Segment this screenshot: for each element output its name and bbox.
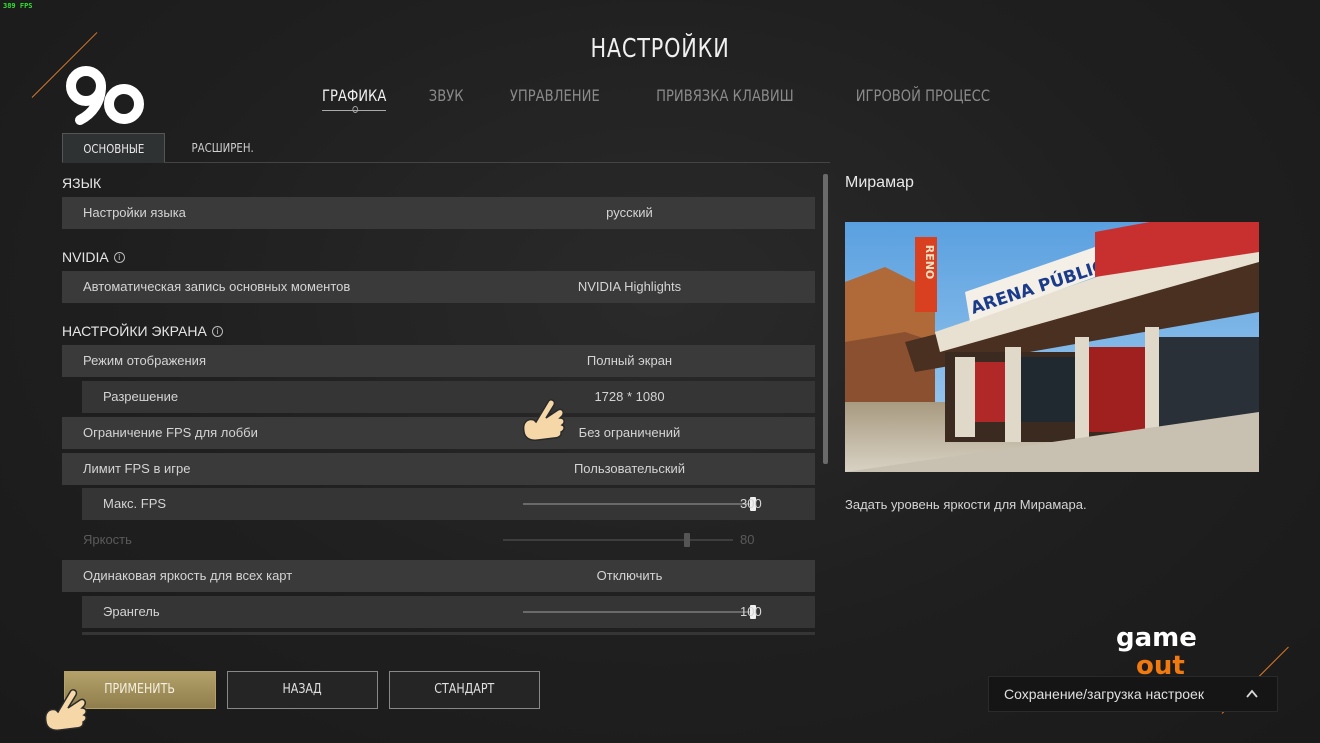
tab-gameplay[interactable]: ИГРОВОЙ ПРОЦЕСС — [856, 86, 990, 111]
preview-image: ARENA PÚBLICA RENO — [845, 222, 1259, 472]
pointer-hand-icon — [44, 689, 87, 731]
default-button-label: СТАНДАРТ — [434, 682, 495, 697]
chevron-up-icon — [1246, 689, 1258, 698]
row-label: Настройки языка — [83, 205, 186, 220]
section-language-title: ЯЗЫК — [62, 175, 102, 191]
row-resolution[interactable]: Разрешение 1728 * 1080 — [82, 381, 815, 413]
row-lobby-fps[interactable]: Ограничение FPS для лобби Без ограничени… — [62, 417, 815, 449]
row-value[interactable]: Полный экран — [502, 345, 757, 377]
settings-list: ЯЗЫК Настройки языка русский NVIDIA i Ав… — [62, 165, 815, 635]
tab-keybindings[interactable]: ПРИВЯЗКА КЛАВИШ — [657, 86, 795, 111]
row-ingame-fps[interactable]: Лимит FPS в игре Пользовательский — [62, 453, 815, 485]
watermark-bottom-text: out — [1136, 651, 1185, 678]
subtab-basic-label: ОСНОВНЫЕ — [83, 142, 144, 156]
save-load-settings-button[interactable]: Сохранение/загрузка настроек — [988, 676, 1278, 712]
brightness-slider — [503, 533, 733, 547]
row-same-brightness[interactable]: Одинаковая яркость для всех карт Отключи… — [62, 560, 815, 592]
tab-sound[interactable]: ЗВУК — [429, 86, 464, 111]
slider-value: 300 — [740, 496, 762, 511]
row-language-setting[interactable]: Настройки языка русский — [62, 197, 815, 229]
gameout-watermark: game out — [1116, 623, 1197, 678]
row-max-fps[interactable]: Макс. FPS 300 — [82, 488, 815, 520]
pointer-hand-icon — [522, 399, 565, 441]
slider-value: 100 — [740, 604, 762, 619]
row-label: Автоматическая запись основных моментов — [83, 279, 351, 294]
subtab-advanced-label: РАСШИРЕН. — [191, 141, 255, 155]
sub-tab-bar: ОСНОВНЫЕ РАСШИРЕН. — [62, 133, 830, 163]
row-next-partial[interactable] — [82, 632, 815, 635]
subtab-basic[interactable]: ОСНОВНЫЕ — [62, 133, 165, 163]
row-label: Яркость — [83, 532, 132, 547]
row-nvidia-highlights[interactable]: Автоматическая запись основных моментов … — [62, 271, 815, 303]
tab-graphics[interactable]: ГРАФИКА — [322, 86, 387, 113]
save-load-label: Сохранение/загрузка настроек — [1004, 686, 1204, 702]
max-fps-slider[interactable] — [523, 497, 756, 511]
row-display-mode[interactable]: Режим отображения Полный экран — [62, 345, 815, 377]
row-label: Ограничение FPS для лобби — [83, 425, 258, 440]
back-button[interactable]: НАЗАД — [227, 671, 378, 709]
back-button-label: НАЗАД — [282, 682, 323, 697]
row-value[interactable]: Отключить — [502, 560, 757, 592]
fps-counter: 389 FPS — [3, 2, 33, 10]
info-icon[interactable]: i — [113, 251, 125, 263]
section-language: ЯЗЫК — [62, 175, 101, 191]
row-label: Разрешение — [103, 389, 179, 404]
section-nvidia: NVIDIA i — [62, 249, 125, 265]
apply-button-label: ПРИМЕНИТЬ — [104, 682, 176, 697]
row-label: Макс. FPS — [103, 496, 167, 511]
row-label: Эрангель — [103, 604, 160, 619]
row-value[interactable]: NVIDIA Highlights — [502, 271, 757, 303]
slider-value: 80 — [740, 532, 755, 547]
preview-description: Задать уровень яркости для Мирамара. — [845, 497, 1087, 512]
section-screen: НАСТРОЙКИ ЭКРАНА i — [62, 323, 223, 339]
row-label: Лимит FPS в игре — [83, 461, 191, 476]
row-label: Одинаковая яркость для всех карт — [83, 568, 293, 583]
tab-controls[interactable]: УПРАВЛЕНИЕ — [510, 86, 600, 111]
row-label: Режим отображения — [83, 353, 206, 368]
subtab-advanced[interactable]: РАСШИРЕН. — [170, 133, 276, 163]
section-nvidia-title: NVIDIA — [62, 249, 109, 265]
page-title: НАСТРОЙКИ — [590, 34, 730, 64]
info-icon[interactable]: i — [211, 325, 223, 337]
section-screen-title: НАСТРОЙКИ ЭКРАНА — [62, 323, 207, 339]
settings-scrollbar[interactable] — [823, 174, 828, 464]
preview-title: Мирамар — [845, 174, 914, 191]
preview-side-sign-text: RENO — [923, 245, 936, 280]
row-value[interactable]: русский — [502, 197, 757, 229]
row-erangel[interactable]: Эрангель 100 — [82, 596, 815, 628]
erangel-slider[interactable] — [523, 605, 756, 619]
row-brightness: Яркость 80 — [62, 524, 815, 556]
slider-thumb — [684, 533, 690, 547]
default-button[interactable]: СТАНДАРТ — [389, 671, 540, 709]
row-value[interactable]: Пользовательский — [502, 453, 757, 485]
watermark-top-text: game — [1116, 623, 1197, 653]
main-tab-bar: ГРАФИКА ЗВУК УПРАВЛЕНИЕ ПРИВЯЗКА КЛАВИШ … — [0, 86, 1320, 113]
